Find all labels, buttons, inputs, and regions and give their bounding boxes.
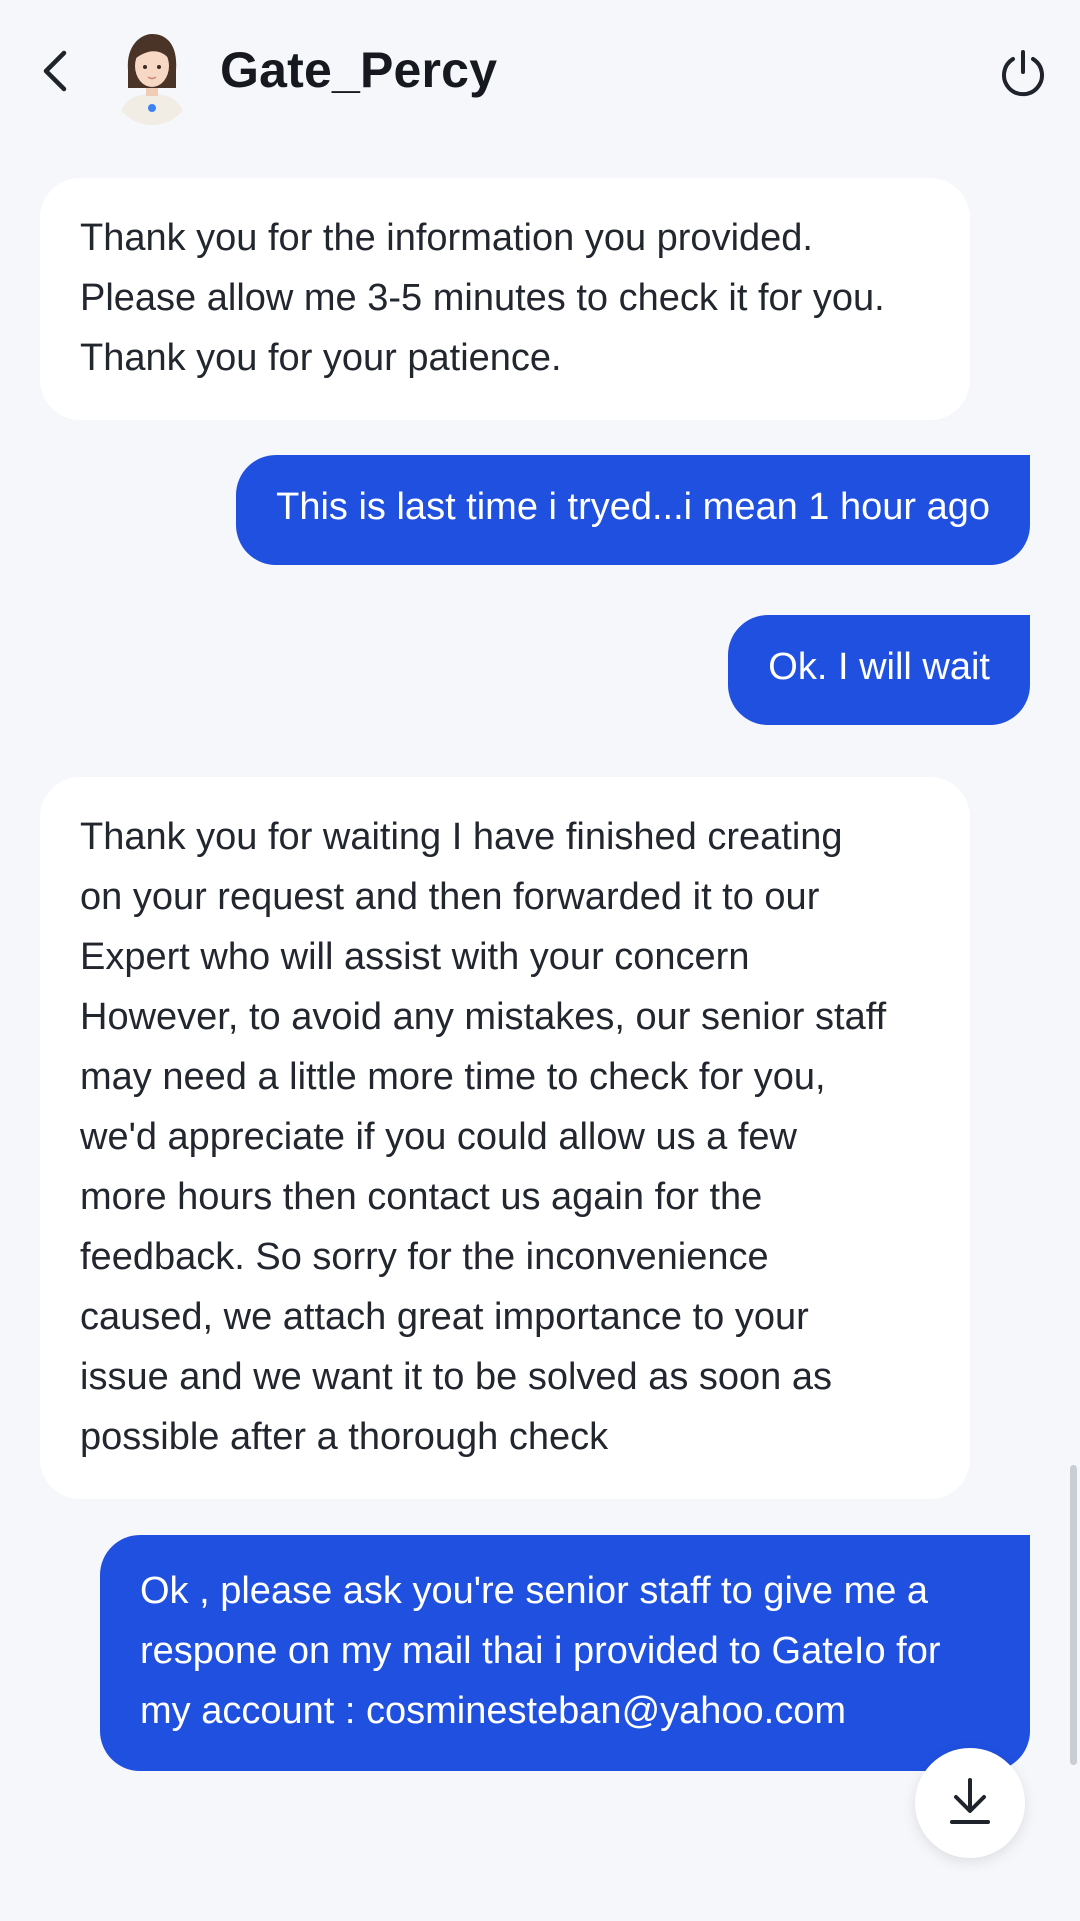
power-icon	[998, 48, 1048, 103]
message-line: However, to avoid any mistakes, our seni…	[80, 996, 887, 1038]
message-line: my account : cosminesteban@yahoo.com	[140, 1690, 847, 1732]
message-line: Please allow me 3-5 minutes to check it …	[80, 277, 885, 319]
message-line: Thank you for the information you provid…	[80, 217, 813, 259]
back-button[interactable]	[30, 38, 80, 108]
agent-name: Gate_Percy	[220, 42, 498, 98]
message-line: caused, we attach great importance to yo…	[80, 1296, 809, 1338]
message-line: Thank you for your patience.	[80, 337, 562, 379]
chat-messages[interactable]: Thank you for the information you provid…	[0, 150, 1080, 1921]
message-line: on your request and then forwarded it to…	[80, 876, 820, 918]
message-line: respone on my mail thai i provided to Ga…	[140, 1630, 941, 1672]
user-message: Ok. I will wait	[728, 615, 1030, 725]
end-chat-button[interactable]	[995, 48, 1050, 103]
message-line: Thank you for waiting I have finished cr…	[80, 816, 843, 858]
message-line: Ok , please ask you're senior staff to g…	[140, 1570, 929, 1612]
message-line: issue and we want it to be solved as soo…	[80, 1356, 833, 1398]
scrollbar[interactable]	[1070, 1465, 1077, 1765]
scroll-to-bottom-button[interactable]	[915, 1748, 1025, 1858]
message-line: Expert who will assist with your concern	[80, 936, 750, 978]
message-line: possible after a thorough check	[80, 1416, 609, 1458]
download-arrow-icon	[946, 1776, 994, 1831]
user-message: Ok , please ask you're senior staff to g…	[100, 1535, 1030, 1771]
message-line: we'd appreciate if you could allow us a …	[80, 1116, 797, 1158]
message-line: more hours then contact us again for the	[80, 1176, 763, 1218]
chevron-left-icon	[40, 49, 70, 98]
avatar	[112, 30, 192, 125]
message-line: This is last time i tryed...i mean 1 hou…	[276, 486, 990, 528]
chat-header: Gate_Percy	[0, 0, 1080, 150]
message-line: may need a little more time to check for…	[80, 1056, 826, 1098]
message-line: feedback. So sorry for the inconvenience	[80, 1236, 769, 1278]
message-line: Ok. I will wait	[768, 646, 990, 688]
user-message: This is last time i tryed...i mean 1 hou…	[236, 455, 1030, 565]
agent-message: Thank you for waiting I have finished cr…	[40, 777, 970, 1499]
agent-message: Thank you for the information you provid…	[40, 178, 970, 420]
